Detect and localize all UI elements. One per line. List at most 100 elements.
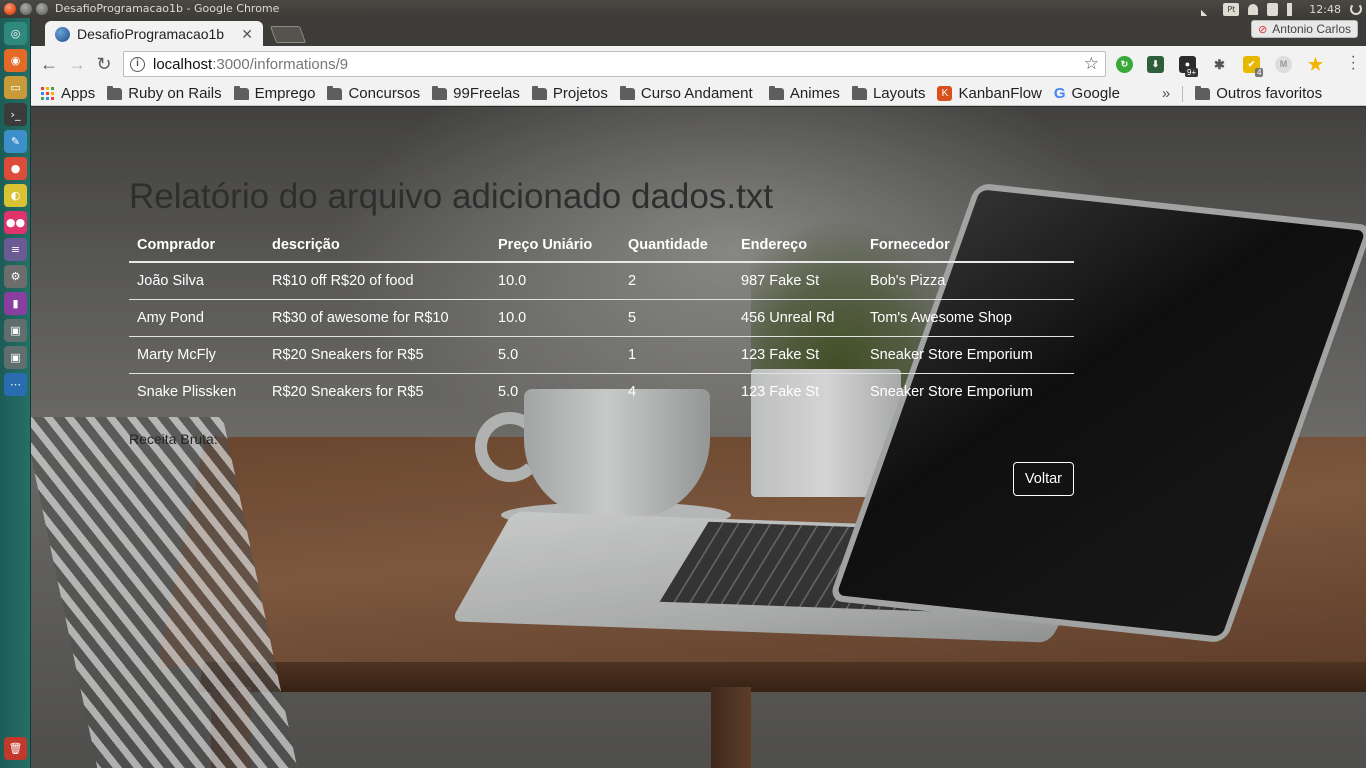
volume-icon[interactable] bbox=[1287, 2, 1301, 16]
tab-active[interactable]: DesafioProgramacao1b ✕ bbox=[45, 21, 263, 47]
forward-arrow-icon[interactable]: → bbox=[66, 53, 88, 75]
extension-spider-icon[interactable]: ✱ bbox=[1211, 56, 1228, 73]
cell-comprador: Snake Plissken bbox=[137, 383, 237, 400]
ubuntu-top-panel: DesafioProgramacao1b - Google Chrome Pt … bbox=[0, 0, 1366, 18]
folder-icon bbox=[1195, 85, 1211, 100]
bookmark-google[interactable]: G Google bbox=[1054, 85, 1120, 102]
bookmark-label: Animes bbox=[789, 85, 840, 102]
cell-descricao: R$20 Sneakers for R$5 bbox=[272, 383, 424, 400]
cell-preco: 10.0 bbox=[490, 299, 620, 337]
usb-drive-icon[interactable]: ▮ bbox=[4, 292, 27, 315]
workspaces-icon[interactable]: ⋯ bbox=[4, 373, 27, 396]
column-header-fornecedor: Fornecedor bbox=[862, 228, 1074, 263]
page-viewport: Relatório do arquivo adicionado dados.tx… bbox=[31, 107, 1366, 768]
apps-grid-icon bbox=[41, 87, 54, 100]
bookmark-99freelas[interactable]: 99Freelas bbox=[432, 85, 520, 102]
window-title: DesafioProgramacao1b - Google Chrome bbox=[55, 2, 280, 15]
keyboard-layout-indicator[interactable]: Pt bbox=[1223, 2, 1240, 16]
bookmark-star-icon[interactable]: ☆ bbox=[1084, 54, 1099, 74]
bookmark-label: Layouts bbox=[872, 85, 926, 102]
table-row: Amy Pond R$30 of awesome for R$10 10.0 5… bbox=[129, 299, 1074, 337]
new-tab-button[interactable] bbox=[269, 26, 307, 43]
site-info-icon[interactable]: i bbox=[130, 56, 145, 72]
cell-preco: 10.0 bbox=[490, 262, 620, 300]
folder-icon bbox=[107, 85, 123, 100]
cell-quantidade: 4 bbox=[628, 383, 637, 400]
url-path: :3000/informations/9 bbox=[212, 55, 349, 73]
bookmark-other-favorites[interactable]: Outros favoritos bbox=[1195, 85, 1322, 102]
bookmark-ruby-on-rails[interactable]: Ruby on Rails bbox=[107, 85, 222, 102]
terminal-icon[interactable]: ›_ bbox=[4, 103, 27, 126]
url-host: localhost bbox=[153, 55, 213, 73]
window-close-button[interactable] bbox=[4, 3, 16, 15]
page-title: Relatório do arquivo adicionado dados.tx… bbox=[129, 177, 774, 216]
bookmark-emprego[interactable]: Emprego bbox=[233, 85, 315, 102]
cell-fornecedor: Sneaker Store Emporium bbox=[862, 336, 1074, 374]
bookmark-curso-andamento[interactable]: Curso Andament bbox=[619, 85, 757, 102]
extension-green-refresh-icon[interactable]: ↻ bbox=[1116, 56, 1133, 73]
cell-comprador: Marty McFly bbox=[129, 336, 264, 374]
flickr-icon[interactable]: ●● bbox=[4, 211, 27, 234]
firefox-icon[interactable]: ◉ bbox=[4, 49, 27, 72]
tab-strip: DesafioProgramacao1b ✕ ⊘ Antonio Carlos bbox=[31, 18, 1366, 47]
settings-gear-icon[interactable]: ⚙ bbox=[4, 265, 27, 288]
cell-comprador: João Silva bbox=[129, 262, 264, 300]
cell-endereco: 987 Fake St bbox=[733, 262, 862, 300]
window-minimize-button[interactable] bbox=[20, 3, 32, 15]
bookmark-label: Concursos bbox=[348, 85, 421, 102]
window-maximize-button[interactable] bbox=[36, 3, 48, 15]
cell-quantidade: 5 bbox=[620, 299, 733, 337]
update-check-icon[interactable] bbox=[1267, 2, 1279, 16]
cell-endereco: 456 Unreal Rd bbox=[733, 299, 862, 337]
bookmark-label: Outros favoritos bbox=[1216, 85, 1323, 102]
back-arrow-icon[interactable]: ← bbox=[38, 53, 60, 75]
files-icon[interactable]: ▭ bbox=[4, 76, 27, 99]
bookmark-animes[interactable]: Animes bbox=[768, 85, 840, 102]
site-favicon-icon bbox=[55, 26, 70, 42]
bookmark-label: Curso Andament bbox=[640, 85, 753, 102]
wifi-icon[interactable] bbox=[1201, 2, 1215, 16]
chrome-icon[interactable]: ● bbox=[4, 157, 27, 180]
database-icon[interactable]: ≡ bbox=[4, 238, 27, 261]
extension-m-icon[interactable]: M bbox=[1275, 56, 1292, 73]
bookmark-label: Projetos bbox=[552, 85, 608, 102]
disk-icon[interactable]: ▣ bbox=[4, 319, 27, 342]
clock[interactable]: 12:48 bbox=[1309, 3, 1341, 16]
chrome-menu-icon[interactable]: · · · bbox=[1351, 49, 1356, 77]
bookmarks-overflow-chevron-icon[interactable]: » bbox=[1162, 85, 1170, 102]
back-button[interactable]: Voltar bbox=[1012, 462, 1074, 496]
extension-download-icon[interactable]: ⬇ bbox=[1147, 56, 1164, 73]
bookmark-label: Apps bbox=[61, 85, 96, 102]
gross-revenue-label: Receita Bruta: bbox=[129, 431, 218, 447]
reload-icon[interactable]: ↻ bbox=[93, 53, 115, 75]
tab-close-icon[interactable]: ✕ bbox=[241, 26, 253, 43]
extension-star-icon[interactable]: ★ bbox=[1307, 56, 1324, 73]
report-container: Relatório do arquivo adicionado dados.tx… bbox=[129, 177, 1074, 496]
folder-icon bbox=[531, 85, 547, 100]
system-indicators: Pt 12:48 bbox=[1201, 1, 1362, 17]
bookmark-apps[interactable]: Apps bbox=[41, 85, 95, 102]
tab-title: DesafioProgramacao1b bbox=[77, 26, 225, 42]
trash-icon[interactable]: 🗑 bbox=[4, 737, 27, 760]
bookmark-concursos[interactable]: Concursos bbox=[327, 85, 420, 102]
editor-icon[interactable]: ✎ bbox=[4, 130, 27, 153]
bookmark-projetos[interactable]: Projetos bbox=[531, 85, 608, 102]
folder-icon bbox=[768, 85, 784, 100]
profile-button[interactable]: ⊘ Antonio Carlos bbox=[1251, 20, 1358, 38]
cell-descricao: R$10 off R$20 of food bbox=[264, 262, 490, 300]
column-header-descricao: descrição bbox=[264, 228, 490, 263]
power-gear-icon[interactable] bbox=[1350, 3, 1362, 15]
notification-bell-icon[interactable] bbox=[1248, 3, 1259, 15]
bookmarks-bar: Apps Ruby on Rails Emprego Concursos 99F… bbox=[31, 82, 1366, 106]
bookmarks-separator bbox=[1182, 85, 1184, 102]
bookmark-layouts[interactable]: Layouts bbox=[851, 85, 926, 102]
disk-2-icon[interactable]: ▣ bbox=[4, 346, 27, 369]
bookmark-kanbanflow[interactable]: K KanbanFlow bbox=[937, 85, 1042, 102]
dash-home-icon[interactable]: ◎ bbox=[4, 22, 27, 45]
bookmark-label: KanbanFlow bbox=[958, 85, 1042, 102]
google-icon: G bbox=[1053, 85, 1066, 102]
address-bar[interactable]: i localhost:3000/informations/9 ☆ bbox=[123, 51, 1106, 77]
extension-badge-2: 4 bbox=[1255, 68, 1264, 77]
cell-endereco: 123 Fake St bbox=[741, 383, 820, 400]
chromium-icon[interactable]: ◐ bbox=[4, 184, 27, 207]
